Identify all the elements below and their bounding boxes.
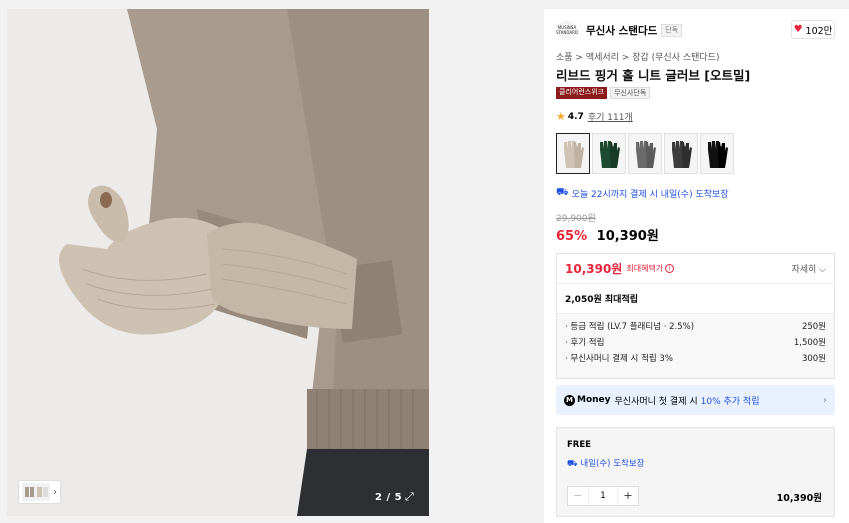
truck-icon: ⛟ — [556, 187, 569, 198]
quantity-decrease-button[interactable]: − — [568, 487, 588, 505]
heart-icon: ♥ — [793, 24, 803, 35]
exclusive-badge: 무신사단독 — [610, 87, 651, 99]
brand-exclusive-tag: 단독 — [661, 23, 683, 37]
image-counter: 2 / 5 — [375, 492, 403, 503]
swatch-green[interactable] — [592, 133, 626, 174]
star-icon: ★ — [556, 110, 566, 123]
product-info-panel: MUSINSA STANDARD 무신사 스탠다드 단독 ♥ 102만 소품 >… — [544, 9, 849, 523]
product-title: 리브드 핑거 홀 니트 글러브 [오트밀] — [556, 68, 751, 83]
benefit-price: 10,390원 — [565, 262, 623, 276]
money-highlight: 10% 추가 적립 — [700, 396, 760, 407]
swatch-gray[interactable] — [628, 133, 662, 174]
chevron-right-icon[interactable]: › — [53, 487, 57, 498]
sale-price: 10,390원 — [596, 229, 659, 244]
truck-icon: ⛟ — [567, 459, 581, 469]
breadcrumb[interactable]: 소품 > 액세서리 > 장갑 (무신사 스탠다드) — [556, 50, 719, 63]
point-row-grade: · 등급 적립 (LV.7 플래티넘 · 2.5%) 250원 — [565, 322, 826, 332]
like-button[interactable]: ♥ 102만 — [791, 20, 835, 39]
points-total: 2,050원 최대적립 — [557, 284, 834, 314]
product-main-image — [7, 9, 429, 516]
discount-rate: 65% — [556, 229, 588, 244]
rating-row[interactable]: ★ 4.7 후기 111개 — [556, 110, 633, 123]
review-link[interactable]: 후기 111개 — [588, 110, 633, 123]
benefit-header[interactable]: 10,390원 최대혜택가 i 자세히 ⌵ — [557, 254, 834, 284]
thumbnail-image[interactable] — [22, 483, 50, 501]
money-text: 무신사머니 첫 결제 시 — [614, 396, 698, 407]
clearance-badge: 클리어런스위크 — [556, 87, 608, 99]
brand-name[interactable]: 무신사 스탠다드 — [586, 23, 657, 38]
quantity-increase-button[interactable]: + — [618, 487, 638, 505]
order-delivery-text: 내일(수) 도착보장 — [580, 459, 645, 469]
brand-logo[interactable]: MUSINSA STANDARD — [556, 21, 578, 39]
benefit-label: 최대혜택가 — [626, 264, 664, 273]
money-word: Money — [577, 395, 611, 405]
detail-toggle[interactable]: 자세히 ⌵ — [791, 262, 826, 275]
points-list: · 등급 적립 (LV.7 플래티넘 · 2.5%) 250원 · 후기 적립 1,… — [557, 314, 834, 378]
info-icon[interactable]: i — [665, 264, 675, 273]
chevron-right-icon: › — [823, 394, 827, 406]
expand-icon[interactable]: ⤢ — [405, 491, 417, 503]
order-total-price: 10,390원 — [776, 493, 822, 504]
delivery-text: 오늘 22시까지 결제 시 내일(수) 도착보장 — [571, 190, 729, 200]
original-price: 29,900원 — [556, 214, 596, 224]
order-option-box: FREE ⛟ 내일(수) 도착보장 − 1 + 10,390원 — [556, 427, 835, 517]
swatch-black[interactable] — [700, 133, 734, 174]
order-delivery: ⛟ 내일(수) 도착보장 — [567, 457, 644, 470]
point-row-money: · 무신사머니 결제 시 적립 3% 300원 — [565, 354, 826, 364]
color-swatches — [556, 133, 734, 174]
quantity-input[interactable]: 1 — [588, 487, 618, 505]
quantity-stepper: − 1 + — [567, 486, 639, 506]
max-benefit-box: 10,390원 최대혜택가 i 자세히 ⌵ 2,050원 최대적립 · 등급 적… — [556, 253, 835, 379]
thumbnail-strip[interactable]: › — [18, 480, 61, 504]
price-row: 65% 10,390원 — [556, 225, 659, 244]
product-badges: 클리어런스위크 무신사단독 — [556, 87, 651, 99]
swatch-charcoal[interactable] — [664, 133, 698, 174]
like-count: 102만 — [805, 25, 833, 37]
swatch-oatmeal[interactable] — [556, 133, 590, 174]
rating-score: 4.7 — [567, 111, 584, 122]
musinsa-money-banner[interactable]: M Money 무신사머니 첫 결제 시 10% 추가 적립 › — [556, 385, 835, 415]
product-image-gallery[interactable]: › 2 / 5 ⤢ — [7, 9, 429, 516]
shipping-free-label: FREE — [567, 440, 591, 450]
point-row-review: · 후기 적립 1,500원 — [565, 338, 826, 348]
money-logo-icon: M — [564, 394, 575, 406]
delivery-guarantee: ⛟ 오늘 22시까지 결제 시 내일(수) 도착보장 — [556, 187, 729, 200]
